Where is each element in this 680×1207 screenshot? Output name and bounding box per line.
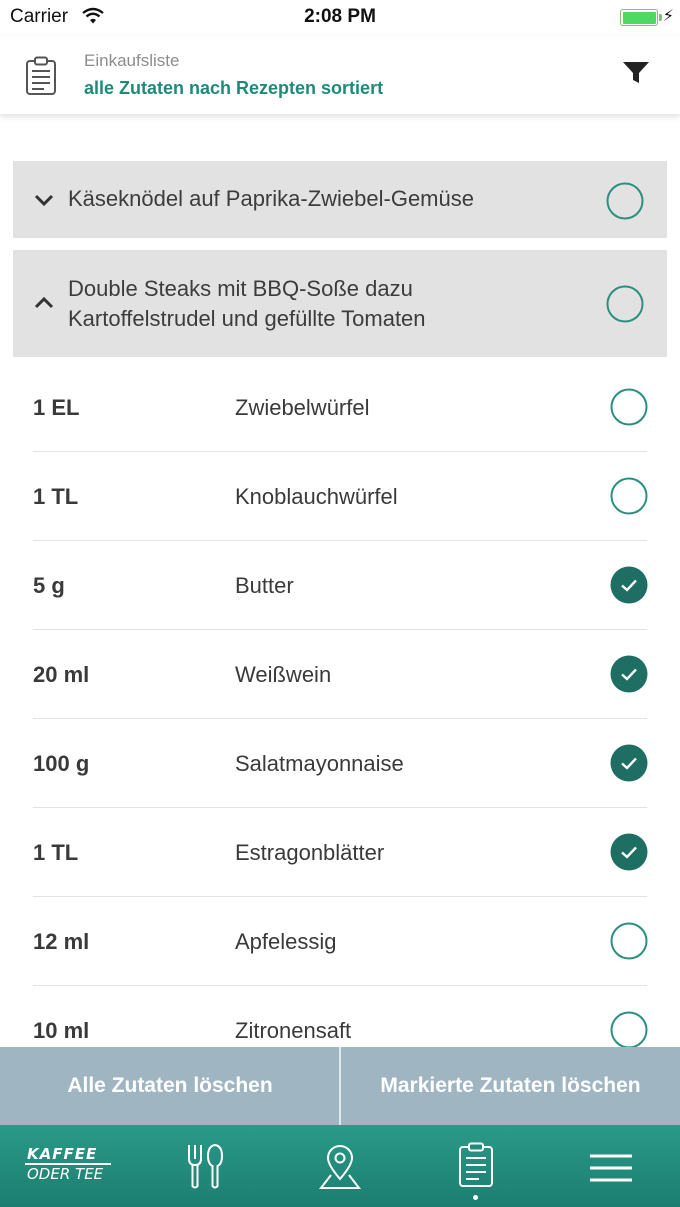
action-bar: Alle Zutaten löschen Markierte Zutaten l…: [0, 1047, 680, 1125]
logo-line-2: ODER TEE: [27, 1165, 104, 1183]
ingredient-checkbox-checked[interactable]: [610, 833, 648, 871]
header-subtitle[interactable]: alle Zutaten nach Rezepten sortiert: [84, 78, 383, 99]
recipe-checkbox[interactable]: [606, 285, 644, 323]
tab-bar: KAFFEE ODER TEE: [0, 1125, 680, 1207]
ingredient-checkbox[interactable]: [610, 388, 648, 426]
active-tab-indicator: [473, 1195, 478, 1200]
ingredient-checkbox-checked[interactable]: [610, 744, 648, 782]
ingredient-name: Zwiebelwürfel: [235, 395, 370, 420]
ingredient-row[interactable]: 10 ml Zitronensaft: [33, 986, 648, 1047]
ingredient-quantity: 5 g: [33, 573, 65, 598]
ingredient-name: Zitronensaft: [235, 1018, 352, 1043]
shopping-list: Käseknödel auf Paprika-Zwiebel-Gemüse Do…: [0, 114, 680, 1047]
chevron-down-icon[interactable]: [33, 193, 55, 207]
ingredient-checkbox-checked[interactable]: [610, 566, 648, 604]
ingredient-name: Salatmayonnaise: [235, 751, 404, 776]
delete-marked-button[interactable]: Markierte Zutaten löschen: [341, 1047, 680, 1125]
ingredient-name: Knoblauchwürfel: [235, 484, 398, 509]
ingredient-name: Apfelessig: [235, 929, 337, 954]
ingredient-name: Weißwein: [235, 662, 332, 687]
recipe-item[interactable]: Käseknödel auf Paprika-Zwiebel-Gemüse: [13, 161, 667, 238]
menu-icon[interactable]: [589, 1152, 633, 1184]
header-title: Einkaufsliste: [84, 51, 180, 70]
ingredient-row[interactable]: 1 TL Estragonblätter: [33, 808, 648, 897]
recipe-title: Käseknödel auf Paprika-Zwiebel-Gemüse: [68, 184, 474, 214]
ingredient-quantity: 20 ml: [33, 662, 90, 687]
recipe-title-line: Kartoffelstrudel und gefüllte Tomaten: [68, 306, 426, 331]
ingredient-name: Butter: [235, 573, 294, 598]
ingredient-checkbox-checked[interactable]: [610, 655, 648, 693]
ingredient-checkbox[interactable]: [610, 1011, 648, 1047]
ingredient-row[interactable]: 5 g Butter: [33, 541, 648, 630]
clipboard-list-icon: [26, 56, 56, 95]
header: Einkaufsliste alle Zutaten nach Rezepten…: [0, 36, 680, 114]
status-bar: Carrier 2:08 PM ⚡: [0, 0, 680, 36]
charging-icon: ⚡: [662, 8, 674, 25]
ingredient-row[interactable]: 1 TL Knoblauchwürfel: [33, 452, 648, 541]
recipe-title-line: Käseknödel auf Paprika-Zwiebel-Gemüse: [68, 186, 474, 211]
ingredient-quantity: 10 ml: [33, 1018, 90, 1043]
ingredient-row[interactable]: 12 ml Apfelessig: [33, 897, 648, 986]
ingredient-quantity: 1 TL: [33, 840, 79, 865]
ingredient-quantity: 1 EL: [33, 395, 80, 420]
ingredient-name: Estragonblätter: [235, 840, 385, 865]
clipboard-list-icon[interactable]: [457, 1142, 495, 1188]
recipe-item[interactable]: Double Steaks mit BBQ-Soße dazu Kartoffe…: [13, 250, 667, 357]
ingredient-row[interactable]: 100 g Salatmayonnaise: [33, 719, 648, 808]
kaffee-oder-tee-logo[interactable]: KAFFEE ODER TEE: [25, 1145, 115, 1187]
location-pin-icon[interactable]: [318, 1143, 362, 1191]
ingredient-checkbox[interactable]: [610, 922, 648, 960]
ingredient-quantity: 1 TL: [33, 484, 79, 509]
recipe-checkbox[interactable]: [606, 182, 644, 220]
recipe-title: Double Steaks mit BBQ-Soße dazu Kartoffe…: [68, 274, 426, 334]
logo-line-1: KAFFEE: [27, 1145, 98, 1163]
battery-icon: [620, 9, 658, 26]
delete-all-button[interactable]: Alle Zutaten löschen: [0, 1047, 340, 1125]
ingredient-checkbox[interactable]: [610, 477, 648, 515]
ingredient-quantity: 100 g: [33, 751, 90, 776]
status-time: 2:08 PM: [304, 6, 376, 27]
ingredient-list: 1 EL Zwiebelwürfel 1 TL Knoblauchwürfel …: [0, 363, 680, 1047]
chevron-up-icon[interactable]: [33, 296, 55, 310]
filter-icon[interactable]: [622, 60, 650, 86]
ingredient-quantity: 12 ml: [33, 929, 90, 954]
recipe-title-line: Double Steaks mit BBQ-Soße dazu: [68, 276, 413, 301]
battery-tip: [659, 14, 662, 21]
cutlery-icon[interactable]: [185, 1143, 225, 1191]
ingredient-row[interactable]: 1 EL Zwiebelwürfel: [33, 363, 648, 452]
ingredient-row[interactable]: 20 ml Weißwein: [33, 630, 648, 719]
